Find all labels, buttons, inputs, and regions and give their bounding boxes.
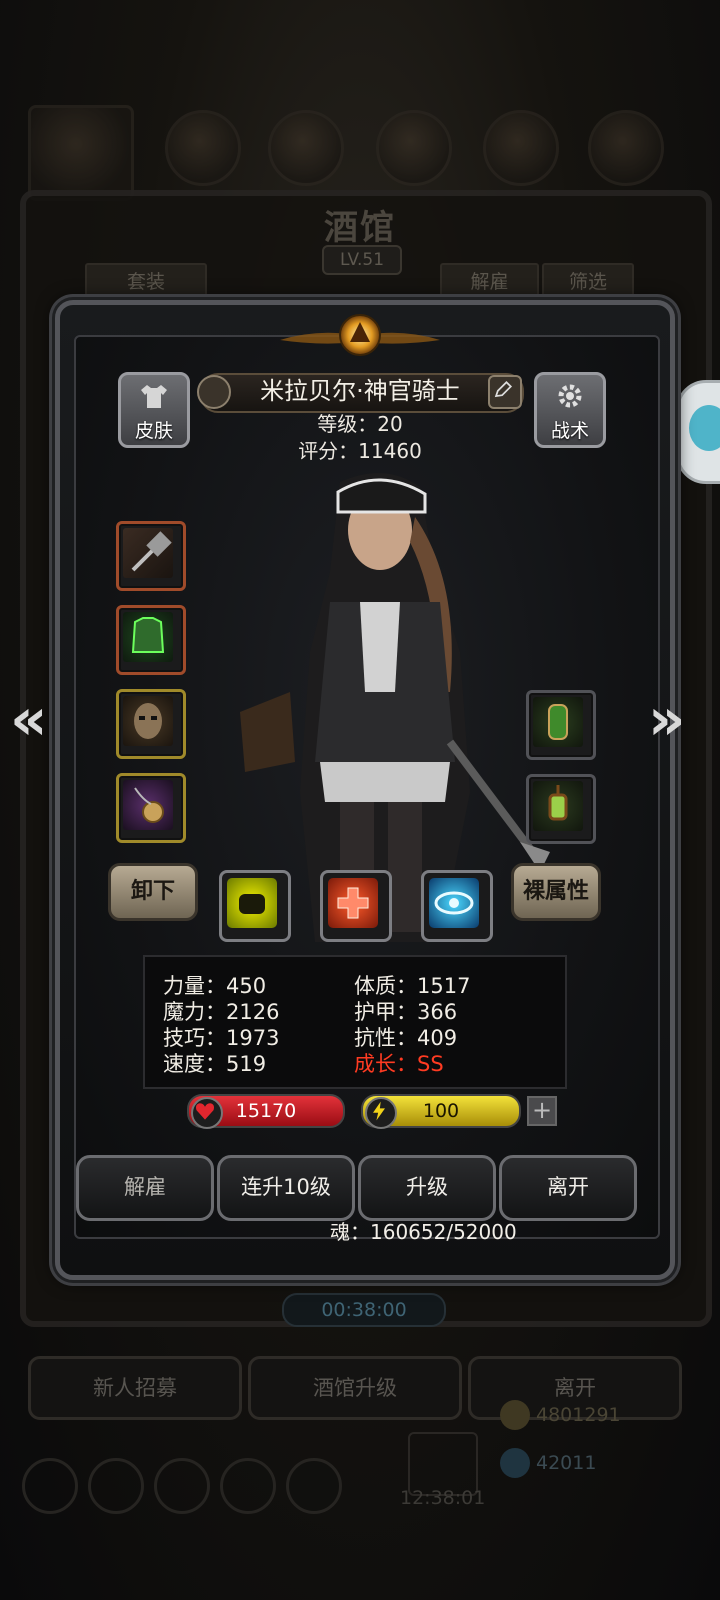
hp-value: 15170 bbox=[235, 1100, 297, 1122]
gear-icon bbox=[558, 384, 582, 408]
eye-icon bbox=[429, 878, 479, 928]
bg-title: 酒馆 bbox=[324, 208, 396, 248]
level-up-10-button[interactable]: 连升10级 bbox=[217, 1155, 355, 1221]
hp-bar: 15170 bbox=[187, 1094, 345, 1129]
bg-yellow-icon bbox=[268, 110, 344, 186]
shirt-icon bbox=[141, 385, 167, 408]
level-up-button[interactable]: 升级 bbox=[358, 1155, 496, 1221]
energy-bar: 100 bbox=[361, 1094, 521, 1129]
gem-icon bbox=[500, 1448, 530, 1478]
edit-name-button[interactable] bbox=[488, 375, 522, 409]
bg-menu-icon bbox=[286, 1458, 342, 1514]
hero-level: 等级：20 bbox=[317, 412, 403, 436]
amulet-icon bbox=[123, 780, 173, 830]
hero-score: 评分：11460 bbox=[298, 439, 422, 463]
attr-growth: 成长：SS bbox=[354, 1052, 444, 1076]
dismiss-button[interactable]: 解雇 bbox=[76, 1155, 214, 1221]
next-hero-arrow-icon[interactable]: » bbox=[648, 690, 685, 748]
prev-hero-arrow-icon[interactable]: « bbox=[10, 690, 47, 748]
add-energy-button[interactable]: + bbox=[527, 1096, 557, 1126]
bg-clock: 12:38:01 bbox=[400, 1487, 486, 1509]
pencil-icon bbox=[494, 380, 513, 398]
bg-recruit-button: 新人招募 bbox=[28, 1356, 242, 1420]
bg-tab-set: 套装 bbox=[85, 263, 207, 301]
bg-menu-icon bbox=[220, 1458, 276, 1514]
skin-button[interactable]: 皮肤 bbox=[118, 372, 190, 448]
bg-menu-icon bbox=[22, 1458, 78, 1514]
hero-name: 米拉贝尔·神官骑士 bbox=[260, 377, 460, 405]
bg-tab-filter: 筛选 bbox=[542, 263, 634, 301]
equip-slot-potion[interactable] bbox=[526, 690, 596, 760]
skill-slot-3[interactable] bbox=[421, 870, 493, 942]
bg-portrait-icon bbox=[28, 105, 134, 201]
attr-speed: 速度：519 bbox=[163, 1052, 267, 1076]
bg-level-badge: LV.51 bbox=[322, 245, 402, 275]
lantern-icon bbox=[533, 781, 583, 831]
armor-icon bbox=[123, 612, 173, 662]
bg-scroll-icon bbox=[376, 110, 452, 186]
bg-upgrade-tavern-button: 酒馆升级 bbox=[248, 1356, 462, 1420]
skill-slot-2[interactable] bbox=[320, 870, 392, 942]
bare-stats-button[interactable]: 裸属性 bbox=[511, 863, 601, 921]
equip-slot-helmet[interactable] bbox=[116, 689, 186, 759]
unequip-button[interactable]: 卸下 bbox=[108, 863, 198, 921]
skill-slot-1[interactable] bbox=[219, 870, 291, 942]
potion-icon bbox=[533, 697, 583, 747]
energy-value: 100 bbox=[422, 1100, 460, 1122]
equip-slot-weapon[interactable] bbox=[116, 521, 186, 591]
leave-button[interactable]: 离开 bbox=[499, 1155, 637, 1221]
hammer-icon bbox=[123, 528, 173, 578]
gold-coin-icon bbox=[500, 1400, 530, 1430]
bg-blue-icon bbox=[483, 110, 559, 186]
fist-icon bbox=[227, 878, 277, 928]
bg-timer: 00:38:00 bbox=[282, 1293, 446, 1327]
tactics-button[interactable]: 战术 bbox=[534, 372, 606, 448]
bg-menu-icon bbox=[88, 1458, 144, 1514]
mask-icon bbox=[123, 696, 173, 746]
bg-red-icon bbox=[588, 110, 664, 186]
equip-slot-lantern[interactable] bbox=[526, 774, 596, 844]
bg-gold-counter: 4801291 bbox=[500, 1400, 621, 1430]
bg-menu-icon bbox=[154, 1458, 210, 1514]
equip-slot-accessory[interactable] bbox=[116, 773, 186, 843]
bg-gem-counter: 42011 bbox=[500, 1448, 596, 1478]
equip-slot-armor[interactable] bbox=[116, 605, 186, 675]
soul-counter: 魂：160652/52000 bbox=[330, 1220, 517, 1244]
bg-orange-icon bbox=[165, 110, 241, 186]
panel-crest-emblem bbox=[280, 314, 440, 356]
bg-tab-dismiss: 解雇 bbox=[440, 263, 539, 301]
heal-cross-icon bbox=[328, 878, 378, 928]
